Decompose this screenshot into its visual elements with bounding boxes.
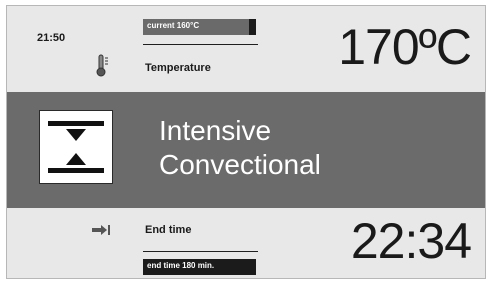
oven-display: 21:50 current 160°C Temperature 170ºC In… bbox=[6, 5, 486, 279]
mode-band: Intensive Convectional bbox=[7, 92, 485, 208]
mode-name[interactable]: Intensive Convectional bbox=[159, 114, 321, 182]
thermometer-icon bbox=[96, 54, 108, 77]
temperature-label: Temperature bbox=[145, 62, 211, 74]
divider bbox=[143, 44, 258, 45]
arrow-to-bar-icon bbox=[92, 225, 110, 235]
end-time-duration-label: end time 180 min. bbox=[147, 261, 215, 270]
mode-icon-button[interactable] bbox=[39, 110, 113, 184]
mode-name-line1: Intensive bbox=[159, 115, 272, 146]
intensive-convection-icon bbox=[48, 121, 104, 173]
end-time-value[interactable]: 22:34 bbox=[351, 216, 472, 266]
temperature-setpoint[interactable]: 170ºC bbox=[338, 22, 472, 72]
current-temperature-label: current 160°C bbox=[147, 21, 200, 30]
divider bbox=[143, 251, 258, 252]
end-time-duration-bar: end time 180 min. bbox=[143, 259, 256, 275]
clock: 21:50 bbox=[37, 32, 66, 44]
current-temperature-bar: current 160°C bbox=[143, 19, 256, 35]
mode-name-line2: Convectional bbox=[159, 149, 321, 180]
end-time-label: End time bbox=[145, 224, 192, 236]
